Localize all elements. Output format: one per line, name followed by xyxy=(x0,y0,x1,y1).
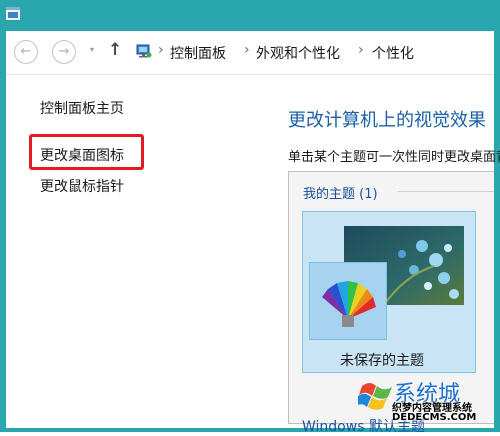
app-icon xyxy=(6,7,20,20)
windows-logo-icon xyxy=(358,383,392,410)
watermark-url: DEDECMS.COM xyxy=(392,412,477,423)
title-bar xyxy=(0,0,500,31)
group-my-themes[interactable]: 我的主题 (1) xyxy=(303,183,378,202)
sidebar-control-panel-home[interactable]: 控制面板主页 xyxy=(40,98,124,118)
group-divider xyxy=(398,191,494,192)
page-description: 单击某个主题可一次性同时更改桌面背景 xyxy=(288,150,500,165)
forward-button[interactable]: → xyxy=(52,40,76,64)
address-bar: ← → ▾ ↑ › 控制面板 › 外观和个性化 › 个性化 xyxy=(6,31,494,75)
control-panel-icon xyxy=(136,44,152,58)
breadcrumb-control-panel[interactable]: 控制面板 xyxy=(170,43,226,63)
breadcrumb-separator: › xyxy=(158,42,164,58)
color-fan-icon xyxy=(322,281,376,327)
up-button[interactable]: ↑ xyxy=(108,40,122,60)
theme-name: 未保存的主题 xyxy=(340,353,424,369)
page-title: 更改计算机上的视觉效果 xyxy=(288,110,486,131)
breadcrumb-personalization[interactable]: 个性化 xyxy=(372,43,414,63)
breadcrumb-appearance[interactable]: 外观和个性化 xyxy=(256,43,340,63)
forward-icon: → xyxy=(58,44,70,59)
breadcrumb-separator: › xyxy=(244,42,250,58)
highlight-annotation xyxy=(29,134,144,170)
breadcrumb-separator: › xyxy=(358,42,364,58)
sidebar-change-mouse-pointer[interactable]: 更改鼠标指针 xyxy=(40,176,124,196)
back-button[interactable]: ← xyxy=(14,40,38,64)
back-icon: ← xyxy=(20,44,32,59)
recent-locations-button[interactable]: ▾ xyxy=(90,45,94,54)
